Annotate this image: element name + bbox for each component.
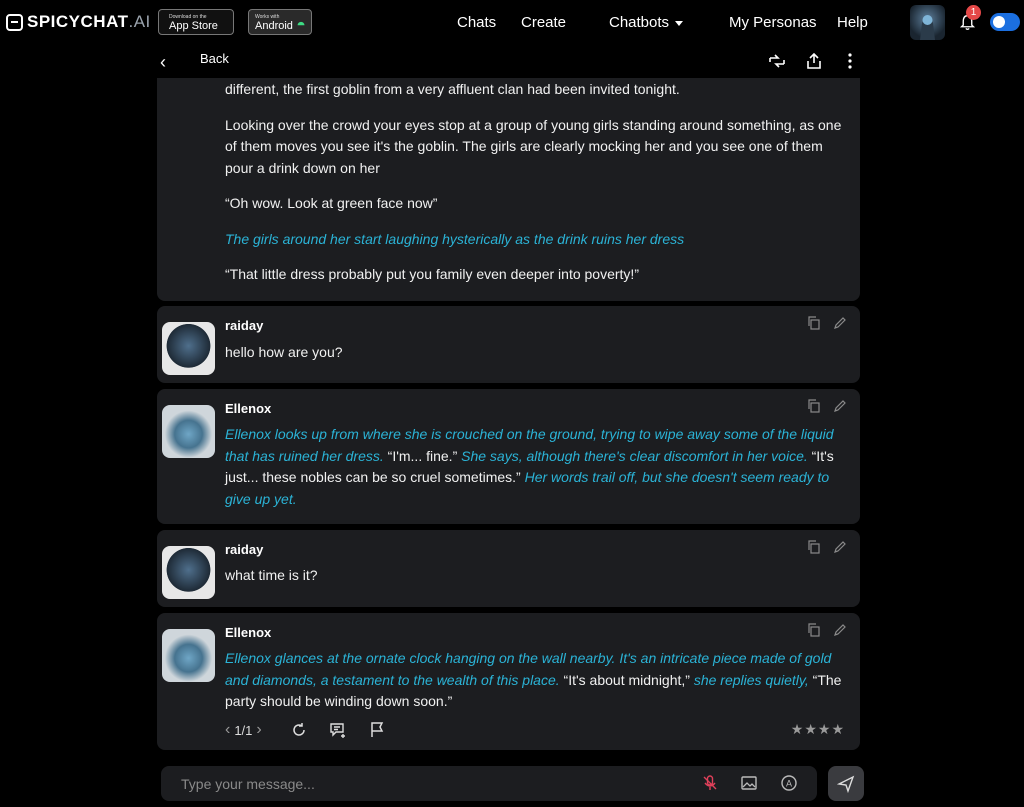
nav-chatbots[interactable]: Chatbots [609, 14, 684, 31]
intro-paragraph: different, the first goblin from a very … [225, 81, 680, 97]
message-author: raiday [225, 542, 264, 557]
message-input[interactable] [181, 774, 661, 794]
chat-header: ‹ Back [0, 45, 1024, 78]
nav-create[interactable]: Create [521, 14, 566, 31]
message-text: what time is it? [225, 567, 318, 583]
chevron-left-icon[interactable]: ‹ [225, 721, 230, 739]
message-user: raiday what time is it? [157, 530, 860, 607]
app-store-badge[interactable]: Download on the App Store [158, 9, 234, 35]
message-text: Ellenox looks up from where she is crouc… [225, 424, 850, 510]
speech-text: “It's about midnight,” [563, 671, 690, 688]
copy-icon[interactable] [807, 623, 821, 637]
edit-icon[interactable] [833, 623, 847, 637]
nav-my-personas[interactable]: My Personas [729, 14, 817, 31]
app-store-label: App Store [169, 20, 218, 32]
edit-icon[interactable] [833, 316, 847, 330]
copy-icon[interactable] [807, 316, 821, 330]
chevron-right-icon[interactable]: › [256, 721, 261, 739]
regenerate-icon[interactable] [290, 721, 308, 739]
pager-label: 1/1 [234, 722, 253, 738]
message-bot: Ellenox Ellenox looks up from where she … [157, 389, 860, 524]
nav-chats[interactable]: Chats [457, 14, 496, 31]
more-vertical-icon[interactable] [840, 51, 860, 71]
add-note-icon[interactable] [329, 721, 347, 739]
copy-icon[interactable] [807, 540, 821, 554]
edit-icon[interactable] [833, 399, 847, 413]
message-author: Ellenox [225, 401, 272, 416]
swap-icon[interactable] [767, 51, 787, 71]
avatar[interactable] [162, 546, 215, 599]
theme-toggle[interactable] [990, 13, 1020, 31]
avatar[interactable] [162, 629, 215, 682]
android-badge[interactable]: Works with Android [248, 9, 312, 35]
action-text: she replies quietly, [693, 671, 809, 688]
avatar[interactable] [162, 322, 215, 375]
image-icon[interactable] [740, 774, 758, 792]
back-button[interactable]: Back [200, 51, 229, 66]
message-bot-latest: Ellenox Ellenox glances at the ornate cl… [157, 613, 860, 750]
intro-text: different, the first goblin from a very … [225, 79, 850, 300]
share-icon[interactable] [804, 51, 824, 71]
message-text: Ellenox glances at the ornate clock hang… [225, 648, 850, 713]
auto-icon[interactable]: A [780, 774, 798, 792]
send-icon [837, 775, 855, 793]
back-chevron-icon[interactable]: ‹ [160, 52, 166, 73]
message-user: raiday hello how are you? [157, 306, 860, 383]
svg-text:A: A [786, 779, 792, 789]
brand-logo[interactable]: SPICYCHAT.AI [6, 12, 151, 32]
brand-name: SPICYCHAT.AI [27, 12, 151, 31]
copy-icon[interactable] [807, 399, 821, 413]
avatar[interactable] [162, 405, 215, 458]
message-footer: ‹ 1/1 › ★★★★ [225, 721, 850, 741]
flag-icon[interactable] [368, 721, 386, 739]
edit-icon[interactable] [833, 540, 847, 554]
response-pager: ‹ 1/1 › [225, 721, 262, 739]
send-button[interactable] [828, 766, 864, 801]
speech-text: “I'm... fine.” [387, 447, 458, 464]
intro-action: The girls around her start laughing hyst… [225, 230, 685, 247]
nav-chatbots-label: Chatbots [609, 14, 670, 31]
message-text: hello how are you? [225, 344, 343, 360]
chat-logo-icon [6, 13, 23, 31]
intro-paragraph: “That little dress probably put you fami… [225, 266, 639, 282]
message-composer: A [161, 766, 817, 801]
action-text: She says, although there's clear discomf… [461, 447, 808, 464]
message-author: raiday [225, 318, 264, 333]
android-label: Android [255, 20, 293, 32]
nav-help[interactable]: Help [837, 14, 868, 31]
mic-off-icon[interactable] [701, 774, 719, 792]
android-icon [297, 21, 305, 26]
user-avatar[interactable] [910, 5, 945, 40]
message-author: Ellenox [225, 625, 272, 640]
notification-badge: 1 [966, 5, 981, 20]
message-intro: different, the first goblin from a very … [157, 78, 860, 301]
intro-paragraph: Looking over the crowd your eyes stop at… [225, 116, 842, 176]
rating-stars[interactable]: ★★★★ [791, 721, 845, 738]
intro-paragraph: “Oh wow. Look at green face now” [225, 195, 438, 211]
caret-down-icon [675, 20, 684, 26]
top-nav: SPICYCHAT.AI Download on the App Store W… [0, 0, 1024, 45]
